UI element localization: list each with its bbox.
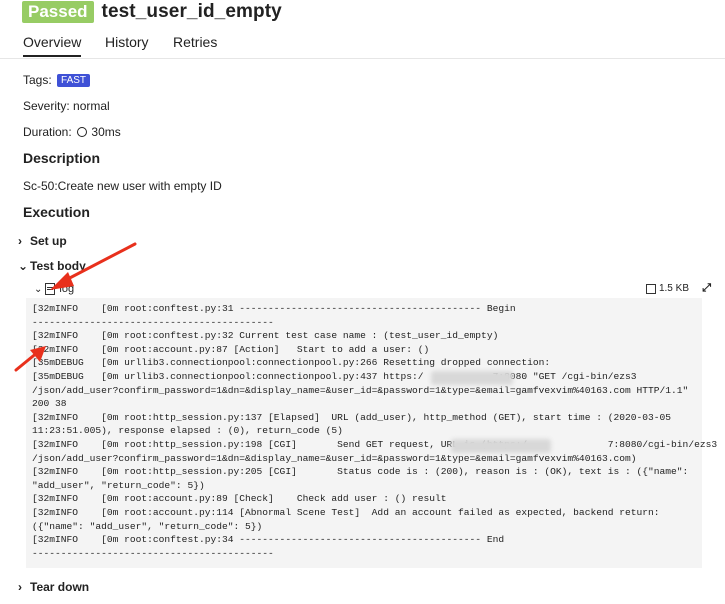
chevron-down-icon: ⌄	[34, 283, 43, 295]
tab-retries[interactable]: Retries	[173, 34, 217, 50]
step-test-body[interactable]: ⌄ Test body	[18, 259, 86, 273]
attachment-name: log	[59, 283, 75, 295]
tags-label: Tags:	[23, 73, 52, 87]
log-text: [32mINFO [0m root:conftest.py:31 -------…	[32, 303, 718, 559]
document-icon	[45, 283, 56, 295]
step-test-body-label: Test body	[30, 259, 86, 273]
duration-value: 30ms	[91, 125, 121, 139]
redaction-blur	[451, 439, 551, 453]
execution-heading: Execution	[23, 204, 90, 220]
save-icon[interactable]	[645, 283, 656, 294]
description-text: Sc-50:Create new user with empty ID	[23, 179, 222, 193]
status-badge: Passed	[22, 1, 94, 23]
attachment-size-value: 1.5 KB	[658, 283, 689, 294]
expand-icon[interactable]: ⤢	[702, 282, 711, 295]
test-header: Passed test_user_id_empty	[22, 0, 282, 24]
tag-badge[interactable]: FAST	[57, 74, 91, 87]
step-teardown-label: Tear down	[30, 580, 90, 594]
tags-row: Tags: FAST	[23, 73, 91, 87]
tab-bar: Overview History Retries	[0, 30, 725, 59]
duration-label: Duration:	[23, 125, 72, 139]
attachment-log[interactable]: ⌄ log	[34, 283, 74, 295]
test-title: test_user_id_empty	[101, 1, 282, 22]
chevron-right-icon: ›	[18, 580, 22, 594]
tab-history[interactable]: History	[105, 34, 149, 50]
clock-icon	[77, 127, 88, 137]
step-setup-label: Set up	[30, 234, 67, 248]
step-setup[interactable]: › Set up	[18, 234, 67, 248]
chevron-right-icon: ›	[18, 234, 22, 248]
severity-row: Severity: normal	[23, 99, 110, 113]
description-heading: Description	[23, 150, 101, 166]
step-teardown[interactable]: › Tear down	[18, 580, 89, 594]
log-content: [32mINFO [0m root:conftest.py:31 -------…	[26, 298, 718, 568]
redaction-blur	[431, 371, 513, 385]
chevron-down-icon: ⌄	[18, 259, 29, 273]
tab-overview[interactable]: Overview	[23, 34, 82, 57]
attachment-size: 1.5 KB	[645, 283, 689, 294]
duration-row: Duration: 30ms	[23, 125, 121, 139]
